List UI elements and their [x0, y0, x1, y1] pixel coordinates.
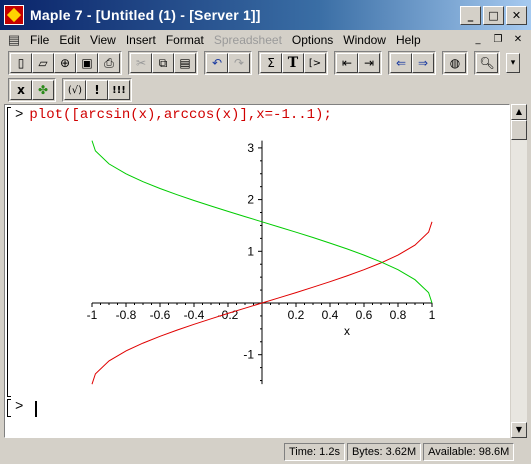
empty-input-line[interactable]: > — [9, 399, 23, 415]
scroll-down-icon[interactable]: ▼ — [511, 422, 527, 438]
x-tick-label: -1 — [87, 308, 98, 322]
close-button[interactable]: ✕ — [506, 6, 527, 25]
x-tick-label: 0.6 — [356, 308, 373, 322]
menu-edit[interactable]: Edit — [54, 33, 85, 47]
x-tick-label: -0.6 — [150, 308, 171, 322]
math-mode-button[interactable]: x — [10, 80, 32, 100]
x-tick-label: -0.8 — [116, 308, 137, 322]
scroll-up-icon[interactable]: ▲ — [511, 104, 527, 120]
doc-close-button[interactable]: ✕ — [509, 32, 527, 48]
maple-leaf-button[interactable]: ✤ — [32, 80, 54, 100]
x-tick-label: 0.2 — [288, 308, 305, 322]
print-icon[interactable]: ⎙ — [98, 53, 120, 73]
y-tick-label: 3 — [247, 141, 254, 155]
back-arrow-icon[interactable]: ⇐ — [390, 53, 412, 73]
doc-minimize-button[interactable]: _ — [469, 32, 487, 48]
toolbar-dropdown-icon[interactable]: ▾ — [506, 53, 520, 73]
insert-prompt-button[interactable]: [> — [304, 53, 326, 73]
plot-area[interactable]: -1 -0.8 -0.6 -0.4 -0.2 0.2 0.4 0.6 0.8 1 3 2 1 -1 x — [5, 105, 510, 397]
context-toolbar: x ✤ (√) ! !!! — [0, 77, 531, 103]
outdent-icon[interactable]: ⇤ — [336, 53, 358, 73]
x-tick-label: -0.4 — [184, 308, 205, 322]
open-url-icon[interactable]: ⊕ — [54, 53, 76, 73]
text-cursor — [35, 401, 37, 417]
maximize-button[interactable]: □ — [483, 6, 504, 25]
undo-icon[interactable]: ↶ — [206, 53, 228, 73]
menu-view[interactable]: View — [85, 33, 121, 47]
x-tick-label: 1 — [429, 308, 436, 322]
document-icon[interactable]: ▤ — [6, 32, 22, 48]
new-file-icon[interactable]: ▯ — [10, 53, 32, 73]
menu-window[interactable]: Window — [338, 33, 391, 47]
menu-help[interactable]: Help — [391, 33, 426, 47]
y-tick-label: -1 — [243, 348, 254, 362]
minimize-button[interactable]: _ — [460, 6, 481, 25]
doc-restore-button[interactable]: ❐ — [489, 32, 507, 48]
paste-icon[interactable]: ▤ — [174, 53, 196, 73]
check-syntax-button[interactable]: (√) — [64, 80, 86, 100]
zoom-icon[interactable]: 🔍︎ — [476, 53, 498, 73]
sigma-button[interactable]: Σ — [260, 53, 282, 73]
text-mode-button[interactable]: T — [282, 53, 304, 73]
x-axis-label: x — [344, 324, 350, 338]
copy-icon[interactable]: ⧉ — [152, 53, 174, 73]
main-toolbar: ▯ ▱ ⊕ ▣ ⎙ ✂ ⧉ ▤ ↶ ↷ Σ T [> ⇤ ⇥ ⇐ ⇒ ◍ 🔍︎ … — [0, 50, 531, 76]
prompt-2: > — [15, 399, 24, 415]
x-tick-label: 0.4 — [322, 308, 339, 322]
execute-all-button[interactable]: !!! — [108, 80, 130, 100]
redo-icon[interactable]: ↷ — [228, 53, 250, 73]
y-tick-label: 1 — [247, 244, 254, 258]
window-title: Maple 7 - [Untitled (1) - [Server 1]] — [30, 7, 261, 23]
save-icon[interactable]: ▣ — [76, 53, 98, 73]
indent-icon[interactable]: ⇥ — [358, 53, 380, 73]
title-bar: Maple 7 - [Untitled (1) - [Server 1]] _ … — [0, 0, 531, 30]
menu-spreadsheet[interactable]: Spreadsheet — [209, 33, 287, 47]
menu-format[interactable]: Format — [161, 33, 209, 47]
menu-options[interactable]: Options — [287, 33, 338, 47]
menu-file[interactable]: File — [25, 33, 54, 47]
menu-bar: ▤ File Edit View Insert Format Spreadshe… — [0, 30, 531, 50]
status-bytes: Bytes: 3.62M — [346, 443, 422, 461]
vertical-scrollbar[interactable]: ▲ ▼ — [511, 104, 527, 438]
status-bar: Time: 1.2s Bytes: 3.62M Available: 98.6M — [0, 440, 531, 464]
menu-insert[interactable]: Insert — [121, 33, 161, 47]
stop-icon[interactable]: ◍ — [444, 53, 466, 73]
cut-icon[interactable]: ✂ — [130, 53, 152, 73]
y-tick-label: 2 — [247, 193, 254, 207]
execute-button[interactable]: ! — [86, 80, 108, 100]
status-time: Time: 1.2s — [284, 443, 345, 461]
open-file-icon[interactable]: ▱ — [32, 53, 54, 73]
forward-arrow-icon[interactable]: ⇒ — [412, 53, 434, 73]
maple-leaf-icon[interactable] — [4, 5, 24, 25]
x-tick-label: 0.8 — [390, 308, 407, 322]
scroll-thumb[interactable] — [511, 120, 527, 140]
x-tick-label: -0.2 — [218, 308, 239, 322]
status-available: Available: 98.6M — [423, 443, 515, 461]
worksheet-area[interactable]: > plot([arcsin(x),arccos(x)],x=-1..1); -1… — [4, 104, 510, 438]
